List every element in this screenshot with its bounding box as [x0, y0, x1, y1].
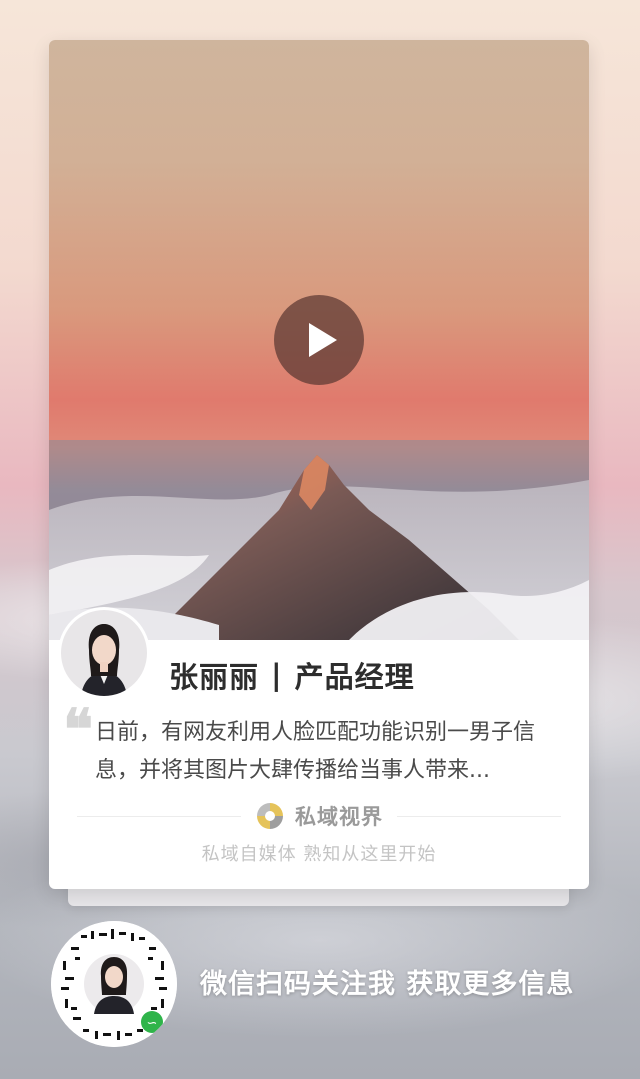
qr-code[interactable]: ∽	[51, 921, 177, 1047]
play-icon	[309, 323, 337, 357]
play-button[interactable]	[274, 295, 364, 385]
video-cover[interactable]	[49, 40, 589, 640]
svg-text:∽: ∽	[147, 1016, 158, 1031]
business-card: 张丽丽 | 产品经理 ❝ 日前，有网友利用人脸匹配功能识别一男子信息，并将其图片…	[49, 40, 589, 889]
brand-row: 私域视界	[77, 796, 561, 836]
name-separator: |	[271, 658, 283, 692]
avatar	[61, 610, 147, 696]
qr-caption: 微信扫码关注我 获取更多信息	[200, 969, 575, 1000]
divider-right	[397, 815, 561, 817]
brand-name: 私域视界	[295, 805, 383, 829]
person-title: 产品经理	[294, 660, 415, 694]
person-name: 张丽丽	[169, 660, 260, 694]
description-text: 日前，有网友利用人脸匹配功能识别一男子信息，并将其图片大肆传播给当事人带来...	[95, 720, 536, 783]
brand-logo-icon	[257, 803, 283, 829]
divider-left	[77, 815, 241, 817]
name-title-line: 张丽丽 | 产品经理	[169, 655, 415, 695]
slogan: 私域自媒体 熟知从这里开始	[201, 844, 437, 865]
quote-icon: ❝	[63, 697, 94, 763]
brand: 私域视界	[255, 801, 383, 831]
